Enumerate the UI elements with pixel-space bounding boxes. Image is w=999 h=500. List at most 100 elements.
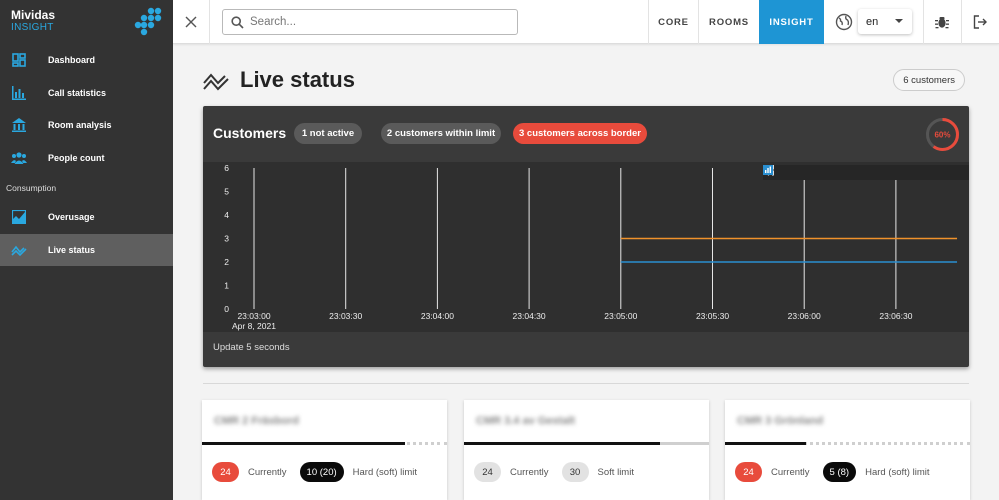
trend-icon [11,242,27,258]
sidebar: Mividas INSIGHT Dashboard Call statistic… [0,0,173,500]
hover-compare-icon[interactable] [763,165,929,179]
home-icon[interactable] [763,165,884,179]
sidebar-item-people-count[interactable]: People count [0,142,173,175]
x-tick-label: 23:06:30 [879,311,912,321]
room-stats: 24 Currently 10 (20) Hard (soft) limit [212,462,430,482]
y-tick-label: 2 [224,257,229,267]
customers-chart[interactable]: 23:03:00 23:03:30 23:04:00 23:04:30 23:05:00… [203,162,969,332]
logout-button[interactable] [961,0,998,44]
tab-rooms[interactable]: ROOMS [698,0,759,44]
topbar: CORE ROOMS INSIGHT en [173,0,999,44]
room-card[interactable]: CMR 3 Grönland 24 Currently 5 (8) Hard (… [725,400,970,500]
y-tick-label: 6 [224,163,229,173]
x-tick-label: 23:03:30 [329,311,362,321]
room-card[interactable]: CMR 3.4 av Gestalt 24 Currently 30 Soft … [464,400,709,500]
sidebar-item-label: Dashboard [48,55,96,66]
sidebar-section-consumption: Consumption [6,182,57,193]
sidebar-item-overusage[interactable]: Overusage [0,201,173,234]
sidebar-item-room-analysis[interactable]: Room analysis [0,109,173,142]
x-tick-label: 23:04:00 [421,311,454,321]
limit-label: Soft limit [597,466,634,478]
page-header: Live status 6 customers [203,64,969,98]
tab-core[interactable]: CORE [648,0,698,44]
brand[interactable]: Mividas INSIGHT [0,0,173,44]
room-name: CMR 3.4 av Gestalt [476,415,576,427]
people-icon [11,150,27,166]
gauge-label: 60% [934,131,950,140]
y-tick-label: 0 [224,304,229,314]
globe-icon [835,13,853,31]
sidebar-item-label: Live status [48,244,96,255]
mividas-logo-icon [134,7,162,36]
y-tick-label: 5 [224,187,229,197]
capacity-bar [464,442,660,445]
chevron-down-icon [895,19,903,23]
close-button[interactable] [173,0,210,44]
y-tick-label: 1 [224,281,229,291]
hover-closest-icon[interactable] [763,166,914,179]
sidebar-item-call-statistics[interactable]: Call statistics [0,77,173,110]
zoom-out-icon[interactable] [763,165,854,179]
building-icon [11,117,27,133]
sidebar-item-dashboard[interactable]: Dashboard [0,44,173,77]
chip-within-limit[interactable]: 2 customers within limit [381,123,501,144]
sidebar-item-label: Overusage [48,212,95,223]
chip-not-active[interactable]: 1 not active [294,123,362,144]
area-chart-icon [11,209,27,225]
sidebar-item-label: Call statistics [48,87,107,98]
update-interval-text: Update 5 seconds [213,342,290,353]
limit-badge: 5 (8) [822,462,857,482]
limit-label: Hard (soft) limit [865,466,930,478]
current-count-badge: 24 [474,462,501,482]
y-tick-label: 3 [224,234,229,244]
pan-icon[interactable] [763,165,817,179]
search-box[interactable] [222,9,518,35]
customers-card: Customers 1 not active 2 customers withi… [203,106,969,367]
sidebar-item-label: People count [48,152,105,163]
zoom-in-icon[interactable] [763,165,839,179]
current-label: Currently [510,466,549,478]
spike-lines-icon[interactable] [763,165,899,179]
autoscale-icon[interactable] [763,165,869,179]
room-name: CMR 2 Fräsbord [214,415,299,427]
x-date-label: Apr 8, 2021 [232,321,276,331]
chip-across-border[interactable]: 3 customers across border [513,123,647,144]
x-tick-label: 23:05:30 [696,311,729,321]
room-card[interactable]: CMR 2 Fräsbord 24 Currently 10 (20) Hard… [202,400,447,500]
y-tick-label: 4 [224,210,229,220]
x-tick-label: 23:06:00 [788,311,821,321]
capacity-bar [202,442,406,445]
x-tick-label: 23:05:00 [604,311,637,321]
page-title: Live status [240,67,355,92]
limit-badge: 10 (20) [299,462,344,482]
search-icon [231,15,244,29]
current-label: Currently [771,466,810,478]
close-icon [185,16,197,28]
current-count-badge: 24 [735,462,762,482]
search-input[interactable] [250,16,500,28]
limit-label: Hard (soft) limit [352,466,418,478]
capacity-bar [725,442,806,445]
room-stats: 24 Currently 5 (8) Hard (soft) limit [735,462,943,482]
customers-count-badge: 6 customers [893,69,965,91]
zoom-icon[interactable] [763,165,802,179]
room-stats: 24 Currently 30 Soft limit [474,462,647,482]
chart-modebar [763,165,969,180]
usage-gauge: 60% [926,118,959,151]
language-select[interactable]: en [858,9,912,34]
tab-insight[interactable]: INSIGHT [759,0,824,44]
bar-chart-icon [11,85,27,101]
sidebar-item-live-status[interactable]: Live status [0,233,173,266]
card-title: Customers [213,125,287,141]
current-count-badge: 24 [212,462,239,482]
divider [203,383,969,384]
limit-badge: 30 [561,462,589,482]
trend-icon [203,73,229,91]
dashboard-icon [11,52,27,68]
chart-svg: 23:03:00 23:03:30 23:04:00 23:04:30 23:05:00… [224,163,958,331]
debug-button[interactable] [923,0,960,44]
language-value: en [866,15,879,28]
room-name: CMR 3 Grönland [737,415,824,427]
logout-icon [973,15,987,29]
plotly-logo-icon[interactable] [763,165,944,179]
